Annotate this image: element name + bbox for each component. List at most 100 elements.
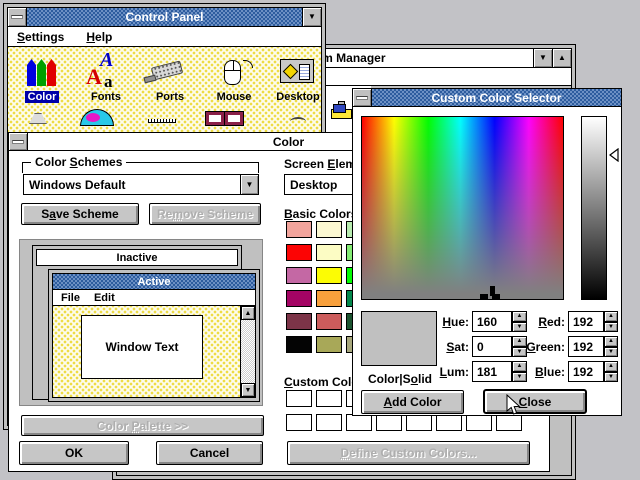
- minimize-button[interactable]: ▼: [533, 49, 552, 67]
- network-applet-icon-partial[interactable]: [206, 112, 244, 125]
- cpl-applet-desktop[interactable]: Desktop: [266, 54, 330, 103]
- color-swatch[interactable]: [436, 414, 462, 431]
- color-swatch[interactable]: [286, 336, 312, 353]
- color-swatch[interactable]: [316, 313, 342, 330]
- crayon-red: [47, 59, 56, 86]
- green-field[interactable]: 192: [568, 336, 604, 357]
- cpl-applet-ports[interactable]: Ports: [138, 54, 202, 103]
- color-swatch[interactable]: [286, 290, 312, 307]
- lum-label: Lum:: [425, 365, 469, 379]
- spin-up-icon: ▲: [604, 311, 618, 322]
- minimize-button[interactable]: ▼: [302, 8, 321, 26]
- close-button[interactable]: Close: [483, 389, 587, 414]
- sample-inactive-titlebar[interactable]: Inactive: [36, 249, 238, 266]
- sample-menu-file[interactable]: File: [61, 292, 80, 304]
- color-swatch[interactable]: [286, 390, 312, 407]
- color-swatch[interactable]: [286, 313, 312, 330]
- luminosity-bar[interactable]: [581, 116, 607, 300]
- applet-label: Ports: [153, 91, 187, 103]
- sample-menu-edit[interactable]: Edit: [94, 292, 115, 304]
- sample-window-background[interactable]: Window Text ▲ ▼: [52, 306, 256, 398]
- add-color-button[interactable]: Add Color: [361, 390, 464, 414]
- sample-window-text-box[interactable]: Window Text: [81, 315, 203, 379]
- cpl-applet-color[interactable]: Color: [10, 54, 74, 103]
- desktop: Program Manager ▼ ▲: [0, 0, 640, 480]
- ccs-titlebar[interactable]: Custom Color Selector: [353, 89, 621, 107]
- sample-active-titlebar[interactable]: Active: [52, 273, 256, 290]
- color-swatch[interactable]: [466, 414, 492, 431]
- hue-saturation-field[interactable]: [361, 116, 564, 300]
- system-menu-button[interactable]: [353, 89, 372, 106]
- red-field[interactable]: 192: [568, 311, 604, 332]
- system-menu-icon: [356, 96, 368, 100]
- luminosity-marker[interactable]: [609, 148, 619, 165]
- red-label: Red:: [517, 315, 565, 329]
- group-icon[interactable]: [331, 102, 352, 119]
- hue-field[interactable]: 160: [472, 311, 512, 332]
- lum-field[interactable]: 181: [472, 361, 512, 382]
- color-swatch[interactable]: [346, 414, 372, 431]
- cpl-applet-fonts[interactable]: A A a Fonts: [74, 54, 138, 103]
- color-swatch[interactable]: [316, 244, 342, 261]
- scroll-down-button[interactable]: ▼: [241, 383, 255, 397]
- blue-spinner[interactable]: ▲▼: [604, 361, 618, 382]
- keyboard-applet-icon-partial[interactable]: [148, 119, 176, 123]
- minimize-icon: ▼: [539, 54, 547, 62]
- maximize-button[interactable]: ▲: [552, 49, 571, 67]
- globe-continent: [86, 113, 100, 122]
- blue-field[interactable]: 192: [568, 361, 604, 382]
- international-applet-icon-partial[interactable]: [80, 109, 114, 126]
- color-scheme-combobox[interactable]: Windows Default ▼: [23, 174, 259, 195]
- sat-field[interactable]: 0: [472, 336, 512, 357]
- color-swatch[interactable]: [316, 290, 342, 307]
- color-swatch[interactable]: [376, 414, 402, 431]
- mouse-cord: [243, 60, 253, 68]
- color-swatch[interactable]: [316, 267, 342, 284]
- blue-label: Blue:: [517, 365, 565, 379]
- cpl-applet-mouse[interactable]: Mouse: [202, 54, 266, 103]
- save-scheme-button[interactable]: Save Scheme: [21, 203, 139, 225]
- sample-menubar[interactable]: File Edit: [52, 290, 256, 306]
- color-swatch[interactable]: [316, 390, 342, 407]
- spin-down-icon: ▼: [604, 372, 618, 383]
- green-label: Green:: [517, 340, 565, 354]
- desktop-applet-icon: [278, 54, 318, 88]
- port-cable: [143, 75, 156, 84]
- sample-window-text: Window Text: [106, 340, 179, 354]
- system-menu-button[interactable]: [9, 133, 28, 150]
- color-swatch[interactable]: [316, 336, 342, 353]
- color-swatch[interactable]: [286, 414, 312, 431]
- color-swatch[interactable]: [286, 244, 312, 261]
- system-menu-button[interactable]: [8, 8, 27, 26]
- scheme-preview[interactable]: Inactive Active File Edit Window Text: [19, 239, 263, 406]
- sample-inactive-title: Inactive: [117, 252, 158, 264]
- color-swatch[interactable]: [316, 221, 342, 238]
- sample-active-window[interactable]: Active File Edit Window Text ▲ ▼: [48, 269, 260, 402]
- ok-button[interactable]: OK: [19, 441, 129, 465]
- green-spinner[interactable]: ▲▼: [604, 336, 618, 357]
- color-swatch[interactable]: [286, 267, 312, 284]
- color-scheme-value: Windows Default: [24, 178, 240, 192]
- mouse-button-divider: [233, 61, 234, 70]
- menu-settings[interactable]: Settings: [17, 30, 64, 44]
- sample-active-title: Active: [137, 276, 170, 288]
- color-swatch[interactable]: [406, 414, 432, 431]
- sample-scrollbar[interactable]: ▲ ▼: [240, 306, 255, 397]
- red-spinner[interactable]: ▲▼: [604, 311, 618, 332]
- control-panel-titlebar[interactable]: Control Panel ▼: [8, 8, 321, 27]
- combo-dropdown-button[interactable]: ▼: [240, 175, 258, 194]
- define-custom-colors-button: Define Custom Colors...: [287, 441, 530, 465]
- color-swatch[interactable]: [286, 221, 312, 238]
- printers-applet-icon-partial[interactable]: [24, 113, 52, 124]
- desktop-note: [283, 64, 299, 80]
- color-field-marker-left: [480, 294, 488, 299]
- color-swatch[interactable]: [316, 414, 342, 431]
- sound-applet-icon-partial[interactable]: [290, 117, 306, 126]
- menu-help[interactable]: Help: [86, 30, 112, 44]
- mouse-body: [224, 60, 241, 85]
- chevron-down-icon: ▼: [246, 180, 254, 189]
- scroll-up-button[interactable]: ▲: [241, 306, 255, 320]
- arrow-down-icon: ▼: [245, 387, 252, 394]
- hue-label: Hue:: [425, 315, 469, 329]
- cancel-button[interactable]: Cancel: [156, 441, 263, 465]
